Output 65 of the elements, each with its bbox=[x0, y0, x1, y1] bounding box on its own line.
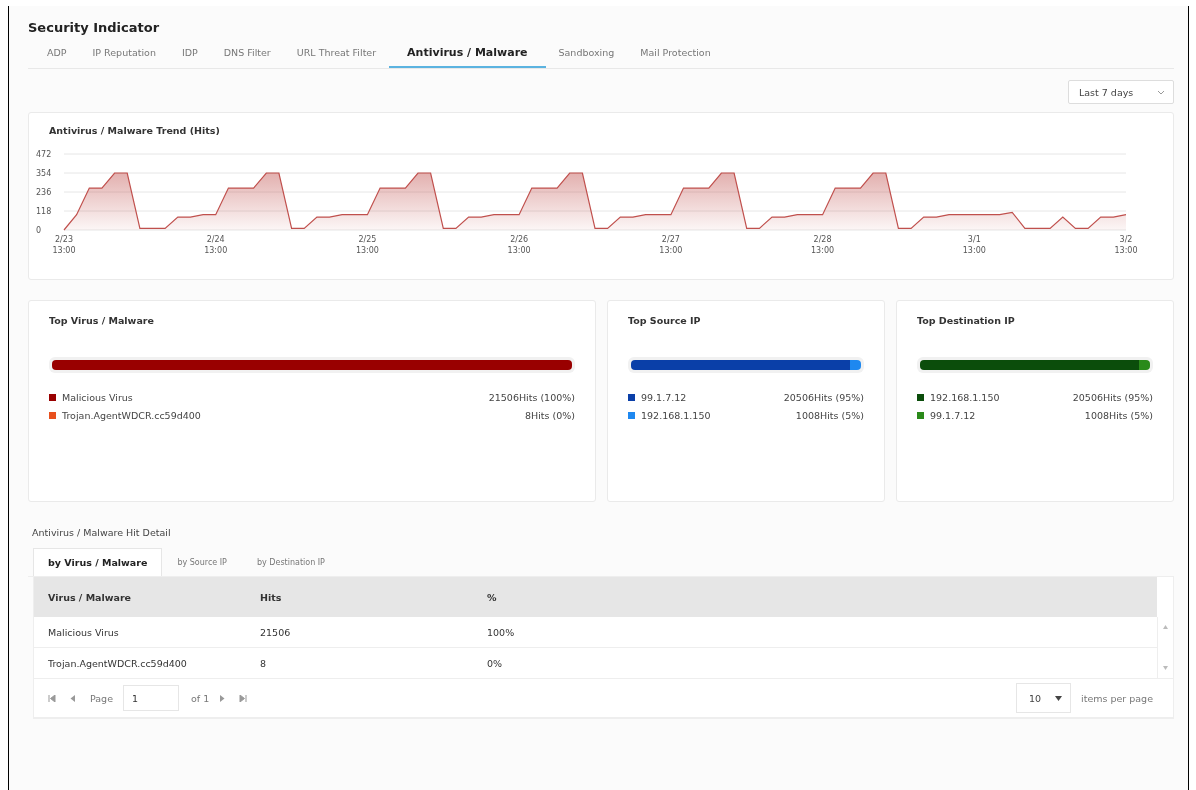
tab[interactable]: Sandboxing bbox=[545, 41, 628, 68]
table-cell-text: 21506 bbox=[260, 626, 292, 638]
tab[interactable]: DNS Filter bbox=[210, 41, 284, 68]
next-page-icon[interactable] bbox=[219, 694, 226, 702]
axis-tick-label: 354 bbox=[36, 169, 52, 178]
legend-value: 21506Hits (100%) bbox=[488, 391, 575, 403]
tab[interactable]: IDP bbox=[168, 41, 211, 68]
legend-value: 1008Hits (5%) bbox=[795, 409, 864, 421]
column-header: % bbox=[487, 591, 498, 603]
page-count: of 1 bbox=[191, 692, 210, 704]
legend-label: 192.168.1.150 bbox=[641, 409, 712, 421]
legend-value: 20506Hits (95%) bbox=[1072, 391, 1153, 403]
tab[interactable]: by Virus / Malware bbox=[33, 548, 163, 576]
axis-tick-label: 2/25 13:00 bbox=[355, 235, 379, 255]
legend-value: 20506Hits (95%) bbox=[783, 391, 864, 403]
table-cell-text: 8 bbox=[260, 657, 268, 669]
axis-tick-label: 3/1 13:00 bbox=[962, 235, 986, 255]
card-title: Antivirus / Malware Trend (Hits) bbox=[49, 125, 221, 136]
caret-icon bbox=[1055, 695, 1063, 701]
column-header: Hits bbox=[260, 591, 283, 603]
table-cell-text: 100% bbox=[487, 626, 516, 638]
section-title: Antivirus / Malware Hit Detail bbox=[32, 527, 172, 538]
axis-tick-label: 2/24 13:00 bbox=[204, 235, 228, 255]
tab[interactable]: Antivirus / Malware bbox=[389, 41, 546, 68]
tab[interactable]: URL Threat Filter bbox=[283, 41, 390, 68]
per-page-dropdown[interactable]: 10 bbox=[1015, 683, 1072, 713]
per-page-label: items per page bbox=[1081, 692, 1153, 704]
chevron-icon bbox=[1157, 89, 1165, 95]
table-cell-text: Malicious Virus bbox=[48, 626, 120, 638]
axis-tick-label: 236 bbox=[36, 188, 52, 197]
table-cell-text: 0% bbox=[487, 657, 504, 669]
legend-value: 1008Hits (5%) bbox=[1084, 409, 1153, 421]
legend-label: 192.168.1.150 bbox=[930, 391, 1001, 403]
axis-tick-label: 2/23 13:00 bbox=[52, 235, 76, 255]
scroll-up-icon[interactable] bbox=[1163, 625, 1168, 629]
legend-label: Trojan.AgentWDCR.cc59d400 bbox=[62, 409, 202, 421]
tab[interactable]: IP Reputation bbox=[79, 41, 169, 68]
scroll-down-icon[interactable] bbox=[1163, 666, 1168, 670]
tab[interactable]: Mail Protection bbox=[627, 41, 724, 68]
column-header: Virus / Malware bbox=[48, 591, 133, 603]
card-title: Top Source IP bbox=[628, 315, 702, 326]
last-page-icon[interactable] bbox=[239, 694, 248, 702]
tab[interactable]: by Source IP bbox=[162, 548, 242, 576]
page-input[interactable]: 1 bbox=[123, 685, 179, 711]
page-title: Security Indicator bbox=[28, 20, 161, 35]
legend-label: Malicious Virus bbox=[62, 391, 134, 403]
tab[interactable]: ADP bbox=[34, 41, 80, 68]
previous-page-icon[interactable] bbox=[70, 694, 76, 702]
axis-tick-label: 0 bbox=[36, 226, 42, 235]
first-page-icon[interactable] bbox=[48, 694, 56, 702]
range-dropdown[interactable]: Last 7 days bbox=[1068, 80, 1174, 104]
axis-tick-label: 472 bbox=[36, 150, 52, 159]
axis-tick-label: 2/26 13:00 bbox=[507, 235, 531, 255]
axis-tick-label: 3/2 13:00 bbox=[1114, 235, 1138, 255]
card-title: Top Destination IP bbox=[917, 315, 1016, 326]
legend-label: 99.1.7.12 bbox=[641, 391, 688, 403]
legend-value: 8Hits (0%) bbox=[525, 409, 575, 421]
page-label: Page bbox=[90, 692, 113, 704]
axis-tick-label: 118 bbox=[36, 207, 52, 216]
card-title: Top Virus / Malware bbox=[49, 315, 155, 326]
table-cell-text: Trojan.AgentWDCR.cc59d400 bbox=[48, 657, 188, 669]
axis-tick-label: 2/27 13:00 bbox=[659, 235, 683, 255]
axis-tick-label: 2/28 13:00 bbox=[811, 235, 835, 255]
tab[interactable]: by Destination IP bbox=[241, 548, 340, 576]
legend-label: 99.1.7.12 bbox=[930, 409, 977, 421]
